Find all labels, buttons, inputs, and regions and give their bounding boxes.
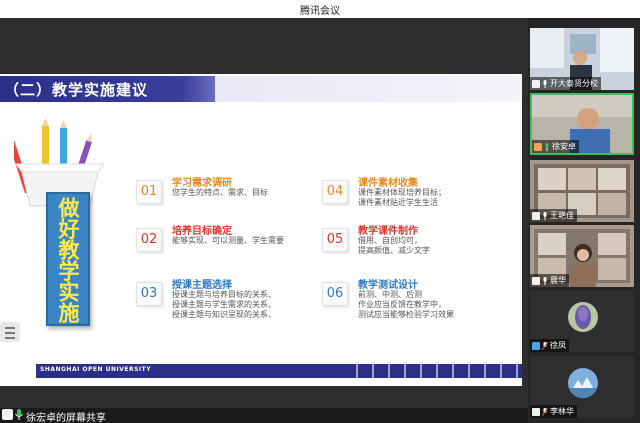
microphone-icon xyxy=(15,409,23,420)
participant-name-bar: 王艳佳 xyxy=(530,209,577,222)
step-item-01: 01 学习需求调研 您学生的特点、需求、目标 xyxy=(136,174,306,214)
participant-name-bar: 徐安卓 xyxy=(532,140,579,153)
participant-icon xyxy=(532,211,540,220)
step-title: 教学课件制作 xyxy=(358,226,418,237)
microphone-icon xyxy=(543,276,547,285)
step-title: 授课主题选择 xyxy=(172,280,232,291)
avatar xyxy=(568,302,598,332)
participant-name-bar: 李林华 xyxy=(530,405,577,418)
microphone-icon xyxy=(543,79,547,88)
app-title: 腾讯会议 xyxy=(300,6,340,17)
participant-name-bar: 晨华 xyxy=(530,274,569,287)
meeting-window: 腾讯会议 （二）教学实施建议 做好教学实施 01 学习需求调研 您学生的特点、需… xyxy=(0,0,640,423)
presentation-slide: （二）教学实施建议 做好教学实施 01 学习需求调研 您学生的特点、需求、目标 … xyxy=(0,74,522,386)
footer-decoration xyxy=(342,364,522,378)
participant-tile[interactable]: 王艳佳 xyxy=(530,160,634,222)
step-number: 01 xyxy=(136,180,162,204)
step-description: 借用、自创均可， 提高颜值、减少文字 xyxy=(358,236,430,255)
header-decoration xyxy=(215,76,522,102)
microphone-muted-icon xyxy=(542,341,548,350)
participant-tile[interactable]: 开大泰贤分校 xyxy=(530,28,634,90)
participant-tile[interactable]: 晨华 xyxy=(530,225,634,287)
step-number: 06 xyxy=(322,282,348,306)
title-bar: 腾讯会议 xyxy=(0,0,640,18)
step-item-05: 05 教学课件制作 借用、自创均可， 提高颜值、减少文字 xyxy=(322,222,512,262)
step-title: 课件素材收集 xyxy=(358,178,418,189)
participant-icon xyxy=(532,79,540,88)
step-number: 05 xyxy=(322,228,348,252)
vertical-heading-box: 做好教学实施 xyxy=(46,192,90,326)
screen-share-icon xyxy=(2,409,13,420)
participant-icon xyxy=(534,142,542,151)
microphone-icon xyxy=(543,211,547,220)
step-item-03: 03 授课主题选择 授课主题与培养目标的关系、 授课主题与学生需求的关系、 授课… xyxy=(136,276,306,326)
participant-name: 徐凤 xyxy=(550,341,566,350)
share-toolbar-toggle-button[interactable] xyxy=(0,322,20,342)
step-description: 前测、中测、后测 作业应当反馈在教学中， 测试应当能够检验学习效果 xyxy=(358,290,454,319)
participant-name-bar: 徐凤 xyxy=(530,339,569,352)
microphone-muted-icon xyxy=(542,407,548,416)
participant-icon xyxy=(532,341,540,350)
step-number: 03 xyxy=(136,282,162,306)
screen-share-label: 徐宏卓的屏幕共享 xyxy=(26,413,106,423)
participant-name: 晨华 xyxy=(550,276,566,285)
participant-name: 开大泰贤分校 xyxy=(550,79,598,88)
participant-tile-active-speaker[interactable]: 徐安卓 xyxy=(530,93,634,155)
participant-name: 王艳佳 xyxy=(550,211,574,220)
step-item-02: 02 培养目标确定 能够实现、可以测量、学生需要 xyxy=(136,222,306,262)
participant-tile[interactable]: 徐凤 xyxy=(530,290,634,352)
step-description: 能够实现、可以测量、学生需要 xyxy=(172,236,284,245)
slide-footer: SHANGHAI OPEN UNIVERSITY xyxy=(36,364,522,378)
slide-title: （二）教学实施建议 xyxy=(4,81,149,99)
step-description: 课件素材体现培养目标； 课件素材贴近学生生活 xyxy=(358,188,446,207)
step-description: 您学生的特点、需求、目标 xyxy=(172,188,268,197)
participant-name-bar: 开大泰贤分校 xyxy=(530,77,601,90)
participant-icon xyxy=(532,276,540,285)
step-description: 授课主题与培养目标的关系、 授课主题与学生需求的关系、 授课主题与知识呈现的关系… xyxy=(172,290,276,319)
avatar xyxy=(568,368,598,398)
slide-header: （二）教学实施建议 xyxy=(0,74,522,104)
step-title: 教学测试设计 xyxy=(358,280,418,291)
step-number: 02 xyxy=(136,228,162,252)
footer-text: SHANGHAI OPEN UNIVERSITY xyxy=(40,366,152,373)
screen-share-area: （二）教学实施建议 做好教学实施 01 学习需求调研 您学生的特点、需求、目标 … xyxy=(0,18,528,408)
participant-name: 李林华 xyxy=(550,407,574,416)
step-title: 学习需求调研 xyxy=(172,178,232,189)
step-title: 培养目标确定 xyxy=(172,226,232,237)
step-number: 04 xyxy=(322,180,348,204)
participant-tile[interactable]: 李林华 xyxy=(530,356,634,418)
participant-name: 徐安卓 xyxy=(552,142,576,151)
step-item-04: 04 课件素材收集 课件素材体现培养目标； 课件素材贴近学生生活 xyxy=(322,174,512,214)
step-item-06: 06 教学测试设计 前测、中测、后测 作业应当反馈在教学中， 测试应当能够检验学… xyxy=(322,276,512,326)
participant-icon xyxy=(532,407,540,416)
vertical-heading: 做好教学实施 xyxy=(56,197,80,323)
microphone-icon xyxy=(545,142,549,151)
